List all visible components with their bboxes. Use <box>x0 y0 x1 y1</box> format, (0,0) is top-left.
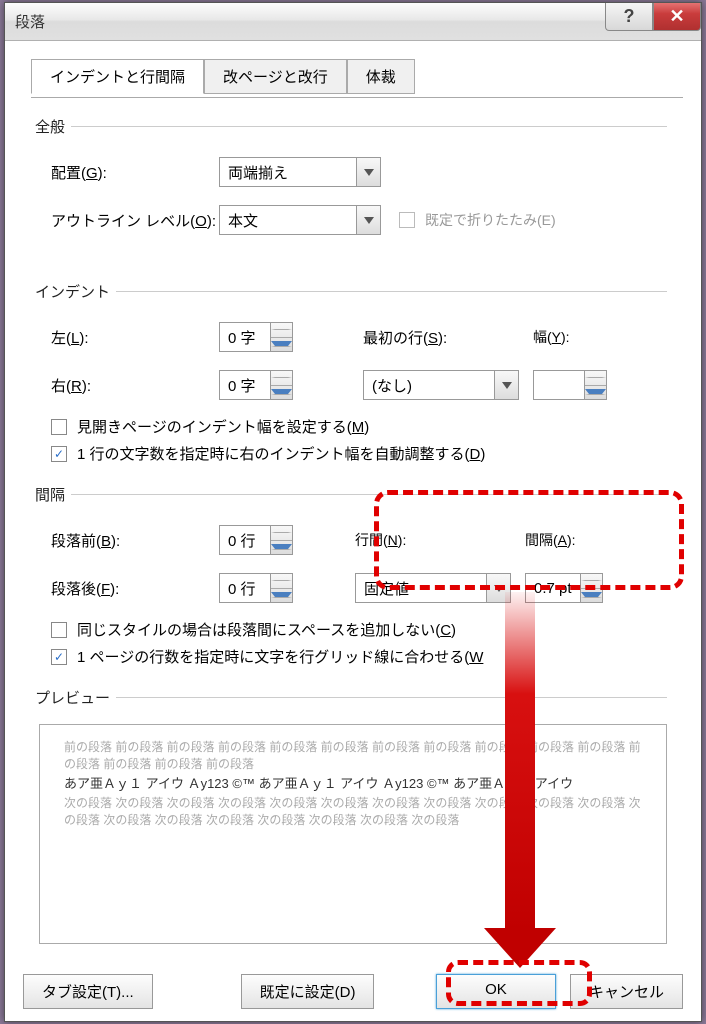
spinner-space-before-value: 0 行 <box>220 526 270 554</box>
combo-line-spacing-value: 固定値 <box>356 574 486 602</box>
label-line-spacing: 行間(N): <box>355 530 525 550</box>
chevron-down-icon[interactable] <box>356 158 380 186</box>
spinner-indent-left-value: 0 字 <box>220 323 270 351</box>
combo-first-line-value: (なし) <box>364 371 494 399</box>
label-indent-right: 右(R): <box>51 375 219 396</box>
label-at: 間隔(A): <box>525 530 576 550</box>
spinner-indent-width[interactable] <box>533 370 607 400</box>
preview-after: 次の段落 次の段落 次の段落 次の段落 次の段落 次の段落 次の段落 次の段落 … <box>64 795 642 829</box>
tab-page-breaks[interactable]: 改ページと改行 <box>204 59 347 94</box>
button-row: タブ設定(T)... 既定に設定(D) OK キャンセル <box>5 974 701 1009</box>
label-no-space-same-style: 同じスタイルの場合は段落間にスペースを追加しない(C) <box>77 619 456 640</box>
tab-indent-spacing[interactable]: インデントと行間隔 <box>31 59 204 94</box>
label-space-before: 段落前(B): <box>51 530 219 551</box>
checkbox-snap-grid[interactable]: ✓ <box>51 649 67 665</box>
chevron-down-icon[interactable] <box>356 206 380 234</box>
close-button[interactable]: ✕ <box>653 3 701 31</box>
legend-spacing: 間隔 <box>35 484 71 505</box>
combo-outline-value: 本文 <box>220 206 356 234</box>
label-outline-level: アウトライン レベル(O): <box>51 210 219 231</box>
chevron-up-icon[interactable] <box>271 526 292 541</box>
preview-before: 前の段落 前の段落 前の段落 前の段落 前の段落 前の段落 前の段落 前の段落 … <box>64 739 642 773</box>
group-general: 全般 配置(G): 両端揃え アウトライン レベル(O): 本文 既定で折りたた… <box>39 116 667 251</box>
checkbox-collapse <box>399 212 415 228</box>
label-space-after: 段落後(F): <box>51 578 219 599</box>
label-snap-grid: 1 ページの行数を指定時に文字を行グリッド線に合わせる(W <box>77 646 483 667</box>
chevron-up-icon[interactable] <box>271 323 292 338</box>
cancel-button[interactable]: キャンセル <box>570 974 683 1009</box>
window-title: 段落 <box>15 11 45 32</box>
chevron-down-icon[interactable] <box>486 574 510 602</box>
spinner-space-before[interactable]: 0 行 <box>219 525 293 555</box>
paragraph-dialog: 段落 ? ✕ インデントと行間隔 改ページと改行 体裁 全般 配置(G): 両端… <box>4 2 702 1022</box>
group-spacing: 間隔 段落前(B): 0 行 行間(N): 間隔(A): 段落後(F): 0 行 <box>39 484 667 673</box>
checkbox-auto-adjust-right[interactable]: ✓ <box>51 446 67 462</box>
label-indent-width: 幅(Y): <box>533 327 570 347</box>
spinner-space-after-value: 0 行 <box>220 574 270 602</box>
tabbar: インデントと行間隔 改ページと改行 体裁 <box>31 59 701 94</box>
label-indent-left: 左(L): <box>51 327 219 348</box>
legend-indent: インデント <box>35 281 116 302</box>
checkbox-mirror-indents[interactable] <box>51 419 67 435</box>
chevron-up-icon[interactable] <box>585 371 606 386</box>
set-default-button[interactable]: 既定に設定(D) <box>241 974 375 1009</box>
chevron-down-icon[interactable] <box>271 338 292 352</box>
titlebar: 段落 ? ✕ <box>5 3 701 41</box>
preview-box: 前の段落 前の段落 前の段落 前の段落 前の段落 前の段落 前の段落 前の段落 … <box>39 724 667 944</box>
combo-first-line[interactable]: (なし) <box>363 370 519 400</box>
combo-alignment[interactable]: 両端揃え <box>219 157 381 187</box>
label-auto-adjust-right: 1 行の文字数を指定時に右のインデント幅を自動調整する(D) <box>77 443 485 464</box>
chevron-down-icon[interactable] <box>494 371 518 399</box>
chevron-up-icon[interactable] <box>581 574 602 589</box>
chevron-up-icon[interactable] <box>271 371 292 386</box>
chevron-down-icon[interactable] <box>271 589 292 603</box>
label-alignment: 配置(G): <box>51 162 219 183</box>
spinner-indent-left[interactable]: 0 字 <box>219 322 293 352</box>
spinner-at[interactable]: 0.7 pt <box>525 573 603 603</box>
help-button[interactable]: ? <box>605 3 653 31</box>
spinner-at-value: 0.7 pt <box>526 574 580 602</box>
chevron-down-icon[interactable] <box>581 589 602 603</box>
checkbox-no-space-same-style[interactable] <box>51 622 67 638</box>
chevron-down-icon[interactable] <box>271 541 292 555</box>
combo-outline-level[interactable]: 本文 <box>219 205 381 235</box>
spinner-indent-right-value: 0 字 <box>220 371 270 399</box>
label-collapse: 既定で折りたたみ(E) <box>425 210 556 230</box>
group-preview: プレビュー 前の段落 前の段落 前の段落 前の段落 前の段落 前の段落 前の段落… <box>39 687 667 944</box>
preview-sample: あア亜Ａｙ１ アイウ Ａy123 ©™ あア亜Ａｙ１ アイウ Ａy123 ©™ … <box>64 775 642 793</box>
combo-alignment-value: 両端揃え <box>220 158 356 186</box>
chevron-up-icon[interactable] <box>271 574 292 589</box>
legend-general: 全般 <box>35 116 71 137</box>
chevron-down-icon[interactable] <box>585 386 606 400</box>
legend-preview: プレビュー <box>35 687 116 708</box>
chevron-down-icon[interactable] <box>271 386 292 400</box>
group-indent: インデント 左(L): 0 字 最初の行(S): 幅(Y): 右(R): 0 字 <box>39 281 667 470</box>
spinner-space-after[interactable]: 0 行 <box>219 573 293 603</box>
tab-border <box>31 97 683 98</box>
spinner-indent-right[interactable]: 0 字 <box>219 370 293 400</box>
spinner-indent-width-value <box>534 371 584 399</box>
dialog-content: 全般 配置(G): 両端揃え アウトライン レベル(O): 本文 既定で折りたた… <box>5 94 701 944</box>
tab-typography[interactable]: 体裁 <box>347 59 415 94</box>
ok-button[interactable]: OK <box>436 974 556 1009</box>
label-first-line: 最初の行(S): <box>363 327 533 348</box>
label-mirror-indents: 見開きページのインデント幅を設定する(M) <box>77 416 369 437</box>
tabs-button[interactable]: タブ設定(T)... <box>23 974 153 1009</box>
combo-line-spacing[interactable]: 固定値 <box>355 573 511 603</box>
